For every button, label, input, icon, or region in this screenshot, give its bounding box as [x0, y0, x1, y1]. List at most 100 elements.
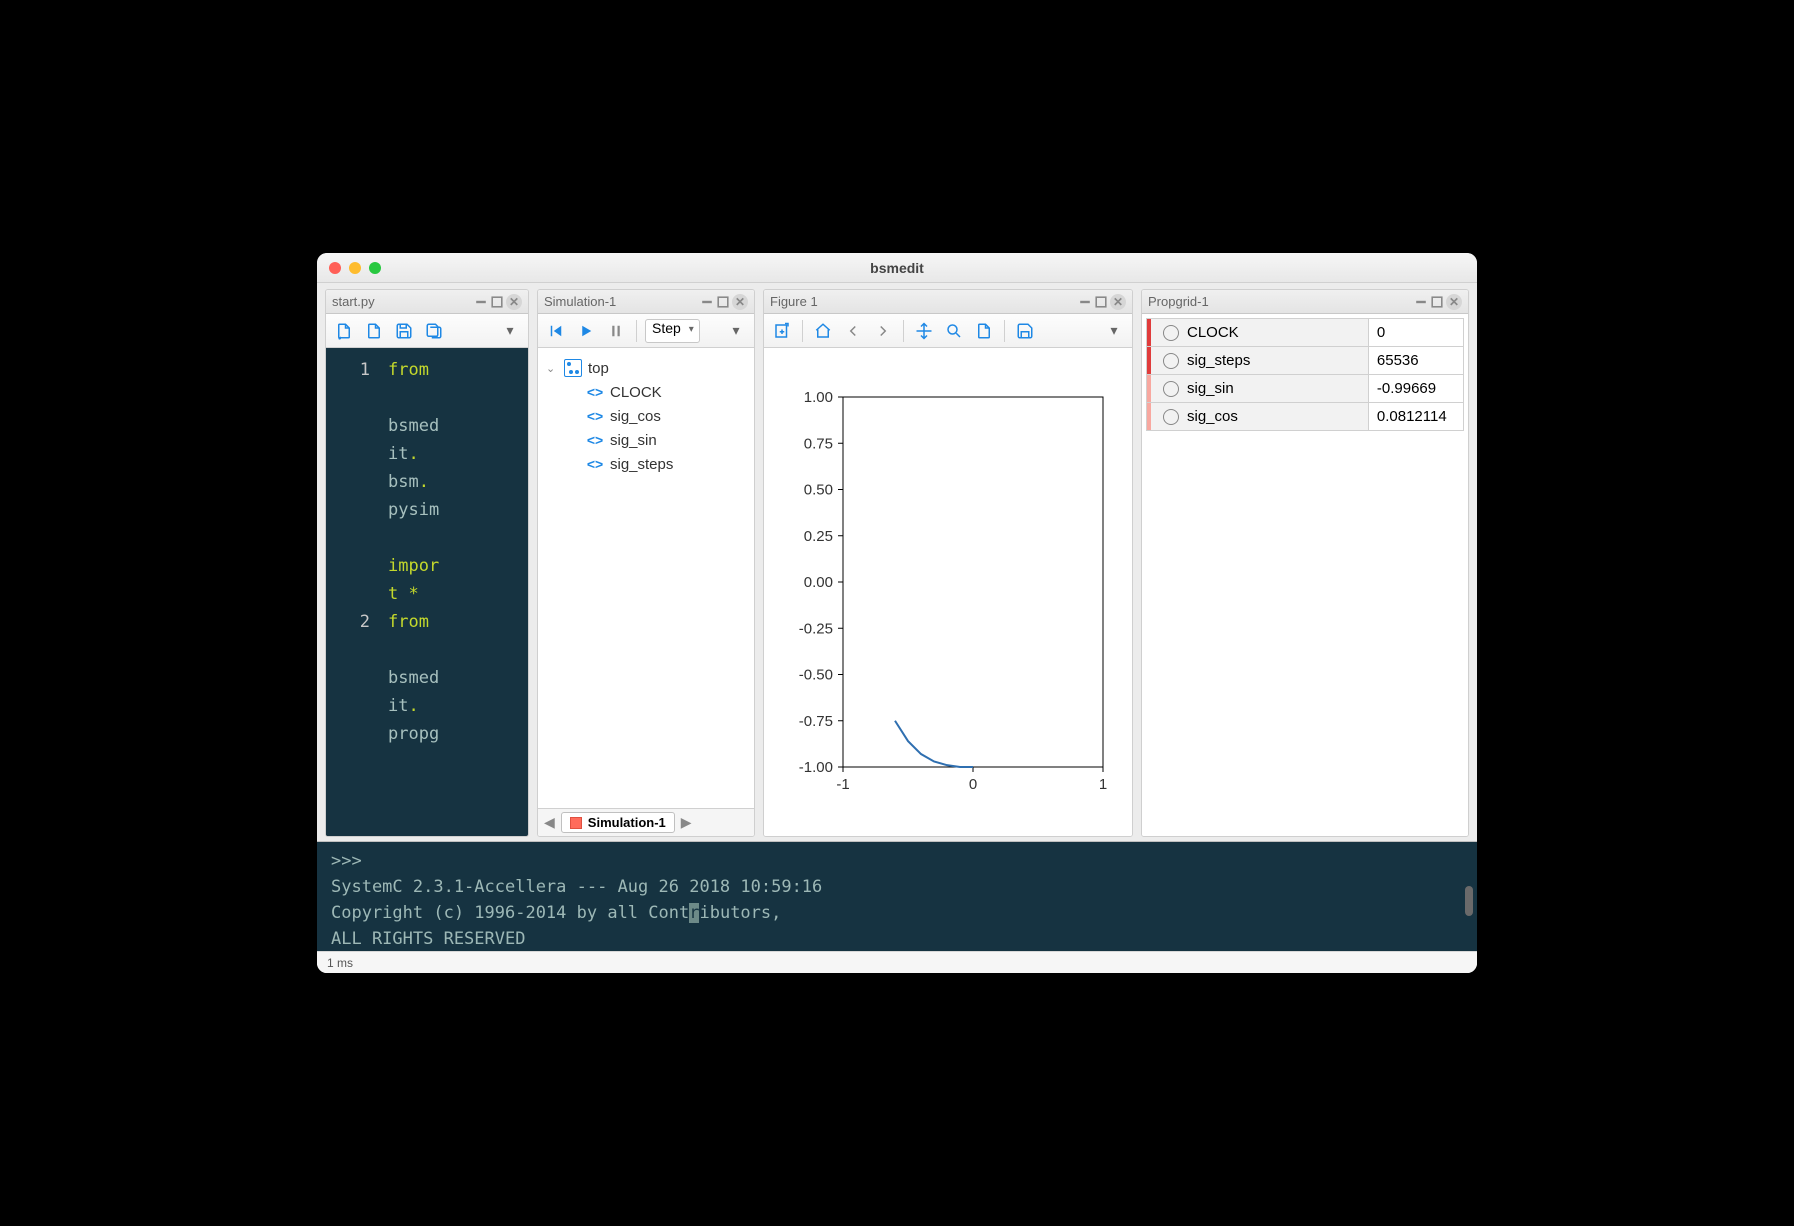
editor-tab-label[interactable]: start.py [332, 294, 375, 309]
code-content[interactable]: from bsmedit.bsm.pysim import *from bsme… [382, 348, 445, 836]
toolbar-separator [1004, 320, 1005, 342]
property-name: CLOCK [1187, 324, 1239, 341]
panel-minimize-icon[interactable] [1414, 295, 1428, 309]
svg-text:0.75: 0.75 [804, 435, 833, 452]
toolbar-separator [903, 320, 904, 342]
home-icon[interactable] [811, 319, 835, 343]
tree-node-signal[interactable]: <>sig_sin [544, 428, 748, 452]
signal-icon: <> [586, 455, 604, 473]
window-title: bsmedit [317, 260, 1477, 276]
tab-scroll-left-icon[interactable]: ◀ [542, 814, 557, 831]
panel-maximize-icon[interactable] [716, 295, 730, 309]
radio-icon[interactable] [1163, 325, 1179, 341]
subplot-icon[interactable] [972, 319, 996, 343]
panel-minimize-icon[interactable] [1078, 295, 1092, 309]
tab-scroll-right-icon[interactable]: ▶ [679, 814, 694, 831]
property-name: sig_steps [1187, 352, 1250, 369]
svg-text:-1: -1 [836, 776, 849, 793]
svg-text:0.25: 0.25 [804, 528, 833, 545]
toolbar-separator [636, 320, 637, 342]
svg-text:1.00: 1.00 [804, 389, 833, 406]
panel-close-icon[interactable]: ✕ [506, 294, 522, 310]
radio-icon[interactable] [1163, 353, 1179, 369]
signal-icon: <> [586, 383, 604, 401]
titlebar: bsmedit [317, 253, 1477, 283]
panel-maximize-icon[interactable] [1094, 295, 1108, 309]
simulation-tree[interactable]: ⌄ top <>CLOCK<>sig_cos<>sig_sin<>sig_ste… [538, 348, 754, 808]
radio-icon[interactable] [1163, 409, 1179, 425]
code-editor[interactable]: 1 2 from bsmedit.bsm.pysim import *from … [326, 348, 528, 836]
window-zoom-button[interactable] [369, 262, 381, 274]
new-file-icon[interactable] [332, 319, 356, 343]
toolbar-separator [802, 320, 803, 342]
figure-panel-header: Figure 1 ✕ [764, 290, 1132, 314]
property-row[interactable]: sig_cos0.0812114 [1147, 403, 1464, 431]
panel-minimize-icon[interactable] [700, 295, 714, 309]
tree-node-signal[interactable]: <>CLOCK [544, 380, 748, 404]
skip-back-icon[interactable] [544, 319, 568, 343]
figure-overflow-icon[interactable]: ▾ [1102, 319, 1126, 343]
step-mode-dropdown[interactable]: Step [645, 319, 700, 343]
panel-close-icon[interactable]: ✕ [1446, 294, 1462, 310]
status-bar-indicator [1147, 375, 1151, 402]
window-close-button[interactable] [329, 262, 341, 274]
tree-node-label: top [588, 360, 609, 377]
property-value[interactable]: 65536 [1368, 347, 1463, 375]
figure-toolbar: ▾ [764, 314, 1132, 348]
console[interactable]: >>>SystemC 2.3.1-Accellera --- Aug 26 20… [317, 841, 1477, 951]
simulation-panel: Simulation-1 ✕ Step ▾ [537, 289, 755, 837]
statusbar: 1 ms [317, 951, 1477, 973]
save-icon[interactable] [392, 319, 416, 343]
editor-overflow-icon[interactable]: ▾ [498, 319, 522, 343]
status-bar-indicator [1147, 403, 1151, 430]
panel-minimize-icon[interactable] [474, 295, 488, 309]
app-window: bsmedit start.py ✕ ▾ [317, 253, 1477, 973]
svg-text:0: 0 [969, 776, 977, 793]
signal-icon: <> [586, 407, 604, 425]
simulation-tab[interactable]: Simulation-1 [561, 812, 675, 833]
pan-icon[interactable] [912, 319, 936, 343]
tree-node-signal[interactable]: <> sig_steps [544, 452, 748, 476]
svg-text:0.00: 0.00 [804, 574, 833, 591]
figure-panel-label: Figure 1 [770, 294, 818, 309]
propgrid-panel-label: Propgrid-1 [1148, 294, 1209, 309]
property-value[interactable]: 0.0812114 [1368, 403, 1463, 431]
panel-maximize-icon[interactable] [1430, 295, 1444, 309]
play-icon[interactable] [574, 319, 598, 343]
panel-maximize-icon[interactable] [490, 295, 504, 309]
simulation-panel-label: Simulation-1 [544, 294, 616, 309]
new-figure-icon[interactable] [770, 319, 794, 343]
window-minimize-button[interactable] [349, 262, 361, 274]
save-figure-icon[interactable] [1013, 319, 1037, 343]
simulation-tabbar: ◀ Simulation-1 ▶ [538, 808, 754, 836]
svg-text:-0.25: -0.25 [799, 620, 833, 637]
save-all-icon[interactable] [422, 319, 446, 343]
property-value[interactable]: 0 [1368, 319, 1463, 347]
console-scrollbar[interactable] [1465, 886, 1473, 916]
caret-down-icon[interactable]: ⌄ [546, 362, 558, 375]
signal-icon: <> [586, 431, 604, 449]
forward-icon[interactable] [871, 319, 895, 343]
tree-node-signal[interactable]: <>sig_cos [544, 404, 748, 428]
editor-panel-header: start.py ✕ [326, 290, 528, 314]
sim-overflow-icon[interactable]: ▾ [724, 319, 748, 343]
propgrid-panel: Propgrid-1 ✕ CLOCK 0 sig_steps 65536sig_sin… [1141, 289, 1469, 837]
svg-text:-0.75: -0.75 [799, 713, 833, 730]
tree-node-label: sig_steps [610, 456, 673, 473]
property-table: CLOCK 0 sig_steps 65536sig_sin-0.99669sig_c… [1146, 318, 1464, 431]
property-row[interactable]: CLOCK 0 [1147, 319, 1464, 347]
panel-close-icon[interactable]: ✕ [1110, 294, 1126, 310]
zoom-icon[interactable] [942, 319, 966, 343]
property-row[interactable]: sig_steps 65536 [1147, 347, 1464, 375]
back-icon[interactable] [841, 319, 865, 343]
pause-icon[interactable] [604, 319, 628, 343]
panel-close-icon[interactable]: ✕ [732, 294, 748, 310]
radio-icon[interactable] [1163, 381, 1179, 397]
simulation-tab-label: Simulation-1 [588, 815, 666, 830]
open-file-icon[interactable] [362, 319, 386, 343]
figure-canvas[interactable]: -1.00-0.75-0.50-0.250.000.250.500.751.00… [764, 348, 1132, 836]
property-value[interactable]: -0.99669 [1368, 375, 1463, 403]
property-row[interactable]: sig_sin-0.99669 [1147, 375, 1464, 403]
tree-node-top[interactable]: ⌄ top [544, 356, 748, 380]
window-controls [317, 262, 381, 274]
